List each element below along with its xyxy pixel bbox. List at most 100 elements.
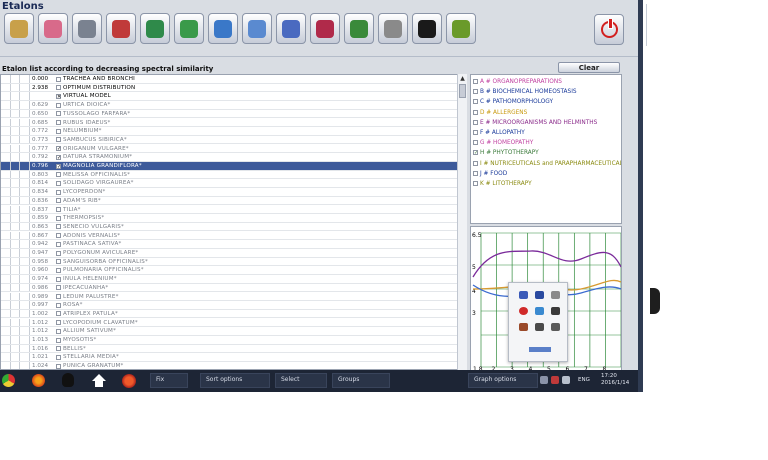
legend-item[interactable]: G # HOMEOPATHY <box>473 138 533 148</box>
scroll-up-icon[interactable]: ▲ <box>459 75 466 82</box>
row-checkbox[interactable] <box>56 207 61 212</box>
legend-checkbox[interactable] <box>473 119 478 125</box>
home-icon[interactable] <box>92 374 106 381</box>
row-checkbox[interactable] <box>56 328 61 334</box>
resize-handle[interactable] <box>650 288 660 314</box>
legend-item[interactable]: I # NUTRICEUTICALS and PARAPHARMACEUTICA… <box>473 159 621 169</box>
network-icon[interactable] <box>535 307 544 315</box>
table-scrollbar[interactable]: ▲ <box>457 74 467 370</box>
row-checkbox[interactable] <box>56 302 61 308</box>
eraser-button[interactable] <box>412 13 442 44</box>
legend-checkbox[interactable] <box>473 89 478 95</box>
stop-icon[interactable] <box>519 307 528 315</box>
language-indicator[interactable]: ENG <box>578 377 590 383</box>
plant-button[interactable] <box>446 13 476 44</box>
table-row[interactable]: 0.796 ✓ MAGNOLIA GRANDIFLORA* <box>1 162 458 171</box>
table-row[interactable]: 1.013 MYOSOTIS* <box>1 336 458 345</box>
legend-checkbox[interactable] <box>473 140 478 146</box>
row-checkbox[interactable] <box>56 137 61 143</box>
row-checkbox[interactable]: ✓ <box>56 154 61 160</box>
table-row[interactable]: 0.837 TILIA* <box>1 205 458 215</box>
legend-item[interactable]: B # BIOCHEMICAL HOMEOSTASIS <box>473 87 577 97</box>
row-checkbox[interactable] <box>56 102 61 108</box>
spiral-button[interactable] <box>72 13 102 44</box>
table-row[interactable]: 1.021 STELLARIA MEDIA* <box>1 353 458 362</box>
table-row[interactable]: 0.863 SENECIO VULGARIS* <box>1 222 458 232</box>
legend-checkbox[interactable] <box>473 160 478 166</box>
bluetooth-alt-icon[interactable] <box>535 291 544 299</box>
table-row[interactable]: 1.024 PUNICA GRANATUM* <box>1 362 458 369</box>
organs-button[interactable] <box>38 13 68 44</box>
camera-icon[interactable] <box>551 323 560 331</box>
legend-checkbox[interactable]: ✓ <box>473 150 478 156</box>
spectrum-button[interactable] <box>140 13 170 44</box>
customize-link[interactable] <box>529 347 551 352</box>
table-row[interactable]: 0.629 URTICA DIOICA* <box>1 101 458 110</box>
printer-button[interactable] <box>208 13 238 44</box>
legend-checkbox[interactable] <box>473 170 478 176</box>
table-row[interactable]: 0.989 LEDUM PALUSTRE* <box>1 292 458 302</box>
row-checkbox[interactable] <box>56 120 61 125</box>
taskbar-clock[interactable]: 17:20 2016/1/14 <box>601 373 629 387</box>
row-checkbox[interactable]: ✓ <box>56 163 61 169</box>
table-row[interactable]: 1.002 ATRIPLEX PATULA* <box>1 309 458 319</box>
row-checkbox[interactable] <box>56 76 61 82</box>
row-checkbox[interactable] <box>56 250 61 256</box>
table-row[interactable]: 0.777 ✓ ORIGANUM VULGARE* <box>1 144 458 154</box>
heart-button[interactable] <box>106 13 136 44</box>
legend-item[interactable]: D # ALLERGENS <box>473 108 527 118</box>
firefox-icon[interactable] <box>32 374 45 387</box>
table-row[interactable]: 0.947 POLYGONUM AVICULARE* <box>1 249 458 258</box>
bluetooth-tray-icon[interactable] <box>519 291 528 299</box>
row-checkbox[interactable] <box>56 346 61 352</box>
app-red-icon[interactable] <box>122 374 136 388</box>
row-checkbox[interactable] <box>56 363 61 369</box>
qq-icon[interactable] <box>62 373 74 387</box>
legend-item[interactable]: A # ORGANOPREPARATIONS <box>473 77 562 87</box>
row-checkbox[interactable] <box>56 215 61 221</box>
table-row[interactable]: ✕ VIRTUAL MODEL <box>1 92 458 101</box>
row-checkbox[interactable] <box>56 294 61 299</box>
table-row[interactable]: 0.867 ADONIS VERNALIS* <box>1 231 458 241</box>
cube-green-button[interactable] <box>344 13 374 44</box>
table-row[interactable]: 0.986 IPECACUANHA* <box>1 283 458 293</box>
table-row[interactable]: 0.859 THERMOPSIS* <box>1 214 458 223</box>
tools-icon[interactable] <box>519 323 528 331</box>
table-row[interactable]: 0.997 ROSA* <box>1 301 458 310</box>
legend-item[interactable]: K # LITOTHERAPY <box>473 179 532 189</box>
clock-chart-button[interactable] <box>242 13 272 44</box>
cube-red-button[interactable] <box>310 13 340 44</box>
row-checkbox[interactable] <box>56 259 61 265</box>
table-row[interactable]: 0.974 INULA HELENIUM* <box>1 275 458 284</box>
row-checkbox[interactable] <box>56 311 61 317</box>
row-checkbox[interactable] <box>56 233 61 239</box>
legend-checkbox[interactable] <box>473 79 478 84</box>
table-row[interactable]: 0.836 ADAM'S RIB* <box>1 196 458 206</box>
table-row[interactable]: 0.958 SANGUISORBA OFFICINALIS* <box>1 257 458 267</box>
table-row[interactable]: 0.942 PASTINACA SATIVA* <box>1 240 458 249</box>
tray-network-icon[interactable] <box>562 376 570 384</box>
legend-item[interactable]: C # PATHOMORPHOLOGY <box>473 97 553 107</box>
row-checkbox[interactable]: ✕ <box>56 93 61 99</box>
row-checkbox[interactable] <box>56 198 61 204</box>
sprayer-button[interactable] <box>378 13 408 44</box>
legend-checkbox[interactable] <box>473 181 478 186</box>
row-checkbox[interactable] <box>56 276 61 282</box>
table-row[interactable]: 2.938 OPTIMUM DISTRIBUTION <box>1 83 458 93</box>
table-row[interactable]: 1.016 BELLIS* <box>1 344 458 354</box>
row-checkbox[interactable] <box>56 354 61 360</box>
speaker-icon[interactable] <box>551 291 560 299</box>
row-checkbox[interactable] <box>56 320 61 326</box>
table-row[interactable]: 0.773 SAMBUCUS SIBIRICA* <box>1 135 458 145</box>
table-row[interactable]: 0.000 TRACHEA AND BRONCHI <box>1 75 458 84</box>
row-checkbox[interactable] <box>56 267 61 273</box>
table-row[interactable]: 1.012 LYCOPODIUM CLAVATUM* <box>1 318 458 328</box>
table-row[interactable]: 1.012 ALLIUM SATIVUM* <box>1 327 458 336</box>
legend-item[interactable]: J # FOOD <box>473 169 507 179</box>
table-row[interactable]: 0.685 RUBUS IDAEUS* <box>1 118 458 128</box>
table-row[interactable]: 0.792 ✓ DATURA STRAMONIUM* <box>1 153 458 162</box>
device-icon[interactable] <box>551 307 560 315</box>
table-row[interactable]: 0.834 LYCOPERDON* <box>1 188 458 197</box>
row-checkbox[interactable] <box>56 189 61 195</box>
flask-pair-button[interactable] <box>174 13 204 44</box>
